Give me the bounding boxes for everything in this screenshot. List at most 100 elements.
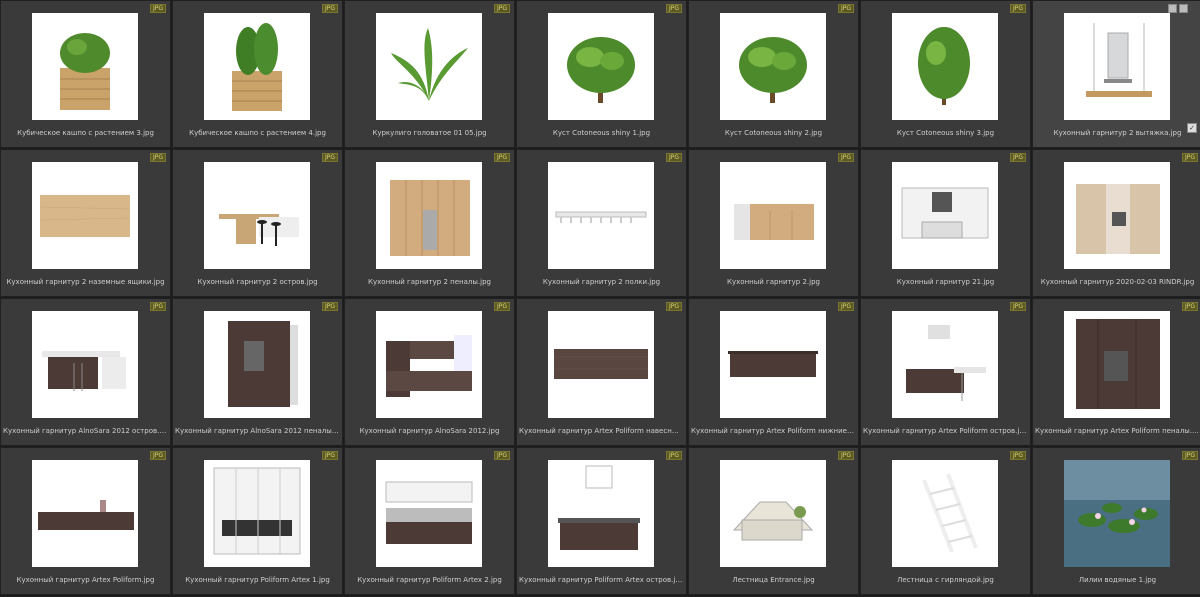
- file-type-badge: JPG: [1181, 302, 1198, 311]
- thumbnail-image: [548, 311, 654, 418]
- file-name-label: Кухонный гарнитур 2 вытяжка.jpg: [1053, 129, 1182, 137]
- file-name-label: Лестница Entrance.jpg: [732, 576, 815, 584]
- file-type-badge: JPG: [1009, 153, 1026, 162]
- file-tile[interactable]: JPG Кухонный гарнитур 2 пеналы.jpg: [344, 149, 515, 297]
- thumbnail-image: [548, 13, 654, 120]
- file-tile[interactable]: JPG Кухонный гарнитур Artex Poliform остр…: [860, 298, 1031, 446]
- file-tile[interactable]: JPG Кухонный гарнитур AlnoSara 2012 пенал…: [172, 298, 343, 446]
- file-tile[interactable]: JPG Куст Cotoneous shiny 3.jpg: [860, 0, 1031, 148]
- file-type-badge: JPG: [149, 153, 166, 162]
- file-type-badge: JPG: [665, 451, 682, 460]
- file-tile[interactable]: JPG Кубическое кашпо с растением 4.jpg: [172, 0, 343, 148]
- tile-tools: [1168, 4, 1188, 13]
- file-name-label: Лестница с гирляндой.jpg: [897, 576, 994, 584]
- file-name-label: Кухонный гарнитур Poliform Artex остров.…: [519, 576, 684, 584]
- file-type-badge: JPG: [837, 153, 854, 162]
- thumbnail-image: [892, 162, 998, 269]
- edit-icon[interactable]: [1179, 4, 1188, 13]
- file-type-badge: JPG: [321, 153, 338, 162]
- thumbnail-image: [32, 311, 138, 418]
- file-name-label: Кухонный гарнитур AlnoSara 2012.jpg: [359, 427, 500, 435]
- file-name-label: Кухонный гарнитур AlnoSara 2012 остров.j…: [3, 427, 168, 435]
- thumbnail-image: [720, 460, 826, 567]
- file-name-label: Куст Cotoneous shiny 3.jpg: [896, 129, 995, 137]
- file-type-badge: JPG: [493, 153, 510, 162]
- thumbnail-image: [548, 162, 654, 269]
- file-tile[interactable]: JPG Кухонный гарнитур Artex Poliform наве…: [516, 298, 687, 446]
- file-tile[interactable]: JPG Кухонный гарнитур 2 наземные ящики.jp…: [0, 149, 171, 297]
- file-name-label: Кухонный гарнитур 2.jpg: [727, 278, 820, 286]
- file-tile[interactable]: JPG Лилии водяные 1.jpg: [1032, 447, 1200, 595]
- file-tile[interactable]: JPG Кухонный гарнитур AlnoSara 2012 остро…: [0, 298, 171, 446]
- file-tile[interactable]: ✓ Кухонный гарнитур 2 вытяжка.jpg: [1032, 0, 1200, 148]
- thumbnail-image: [376, 311, 482, 418]
- thumbnail-image: [32, 162, 138, 269]
- file-tile[interactable]: JPG Кухонный гарнитур 21.jpg: [860, 149, 1031, 297]
- file-tile[interactable]: JPG Кухонный гарнитур Poliform Artex 2.jp…: [344, 447, 515, 595]
- file-name-label: Кухонный гарнитур 2 остров.jpg: [197, 278, 318, 286]
- file-name-label: Кухонный гарнитур Artex Poliform.jpg: [16, 576, 155, 584]
- file-type-badge: JPG: [493, 451, 510, 460]
- file-tile[interactable]: JPG Кухонный гарнитур 2020-02-03 RINDR.jp…: [1032, 149, 1200, 297]
- file-type-badge: JPG: [837, 302, 854, 311]
- file-tile[interactable]: JPG Кубическое кашпо с растением 3.jpg: [0, 0, 171, 148]
- thumbnail-image: [1064, 311, 1170, 418]
- file-tile[interactable]: JPG Лестница Entrance.jpg: [688, 447, 859, 595]
- thumbnail-image: [892, 460, 998, 567]
- file-name-label: Кухонный гарнитур 21.jpg: [896, 278, 995, 286]
- file-tile[interactable]: JPG Кухонный гарнитур AlnoSara 2012.jpg: [344, 298, 515, 446]
- file-name-label: Кухонный гарнитур 2 полки.jpg: [542, 278, 661, 286]
- file-name-label: Кухонный гарнитур 2 пеналы.jpg: [368, 278, 491, 286]
- file-tile[interactable]: JPG Куст Cotoneous shiny 1.jpg: [516, 0, 687, 148]
- file-tile[interactable]: JPG Кухонный гарнитур 2 остров.jpg: [172, 149, 343, 297]
- file-type-badge: JPG: [149, 451, 166, 460]
- file-type-badge: JPG: [1181, 451, 1198, 460]
- thumbnail-image: [892, 13, 998, 120]
- file-type-badge: JPG: [493, 302, 510, 311]
- thumbnail-image: [204, 460, 310, 567]
- thumbnail-image: [376, 13, 482, 120]
- square-icon[interactable]: [1168, 4, 1177, 13]
- file-type-badge: JPG: [837, 451, 854, 460]
- file-name-label: Кухонный гарнитур 2020-02-03 RINDR.jpg: [1040, 278, 1195, 286]
- file-name-label: Кухонный гарнитур Artex Poliform навесны…: [519, 427, 684, 435]
- file-tile[interactable]: JPG Кухонный гарнитур Artex Poliform пена…: [1032, 298, 1200, 446]
- file-type-badge: JPG: [1009, 451, 1026, 460]
- file-grid: JPG Кубическое кашпо с растением 3.jpg JPG…: [0, 0, 1200, 597]
- file-name-label: Куст Cotoneous shiny 1.jpg: [552, 129, 651, 137]
- thumbnail-image: [32, 460, 138, 567]
- file-name-label: Кубическое кашпо с растением 4.jpg: [189, 129, 326, 137]
- file-name-label: Кухонный гарнитур Poliform Artex 1.jpg: [185, 576, 330, 584]
- file-name-label: Лилии водяные 1.jpg: [1078, 576, 1157, 584]
- file-name-label: Куст Cotoneous shiny 2.jpg: [724, 129, 823, 137]
- file-tile[interactable]: JPG Кухонный гарнитур Poliform Artex 1.jp…: [172, 447, 343, 595]
- thumbnail-image: [1064, 162, 1170, 269]
- thumbnail-image: [376, 460, 482, 567]
- file-type-badge: JPG: [1181, 153, 1198, 162]
- file-name-label: Кухонный гарнитур AlnoSara 2012 пеналы.j…: [175, 427, 340, 435]
- thumbnail-image: [548, 460, 654, 567]
- file-tile[interactable]: JPG Лестница с гирляндой.jpg: [860, 447, 1031, 595]
- file-tile[interactable]: JPG Кухонный гарнитур 2.jpg: [688, 149, 859, 297]
- thumbnail-image: [1064, 13, 1170, 120]
- thumbnail-image: [720, 13, 826, 120]
- file-name-label: Кухонный гарнитур Artex Poliform нижние …: [691, 427, 856, 435]
- file-tile[interactable]: JPG Кухонный гарнитур Artex Poliform.jpg: [0, 447, 171, 595]
- file-type-badge: JPG: [493, 4, 510, 13]
- file-tile[interactable]: JPG Куст Cotoneous shiny 2.jpg: [688, 0, 859, 148]
- thumbnail-image: [720, 162, 826, 269]
- file-type-badge: JPG: [665, 153, 682, 162]
- thumbnail-image: [204, 311, 310, 418]
- file-type-badge: JPG: [321, 302, 338, 311]
- file-tile[interactable]: JPG Кухонный гарнитур Artex Poliform нижн…: [688, 298, 859, 446]
- file-name-label: Кухонный гарнитур Artex Poliform пеналы.…: [1035, 427, 1200, 435]
- thumbnail-image: [892, 311, 998, 418]
- file-tile[interactable]: JPG Кухонный гарнитур 2 полки.jpg: [516, 149, 687, 297]
- thumbnail-image: [204, 162, 310, 269]
- file-name-label: Куркулиго головатое 01 05.jpg: [372, 129, 487, 137]
- file-tile[interactable]: JPG Куркулиго головатое 01 05.jpg: [344, 0, 515, 148]
- thumbnail-image: [204, 13, 310, 120]
- file-tile[interactable]: JPG Кухонный гарнитур Poliform Artex остр…: [516, 447, 687, 595]
- file-type-badge: JPG: [1009, 4, 1026, 13]
- file-name-label: Кухонный гарнитур 2 наземные ящики.jpg: [6, 278, 165, 286]
